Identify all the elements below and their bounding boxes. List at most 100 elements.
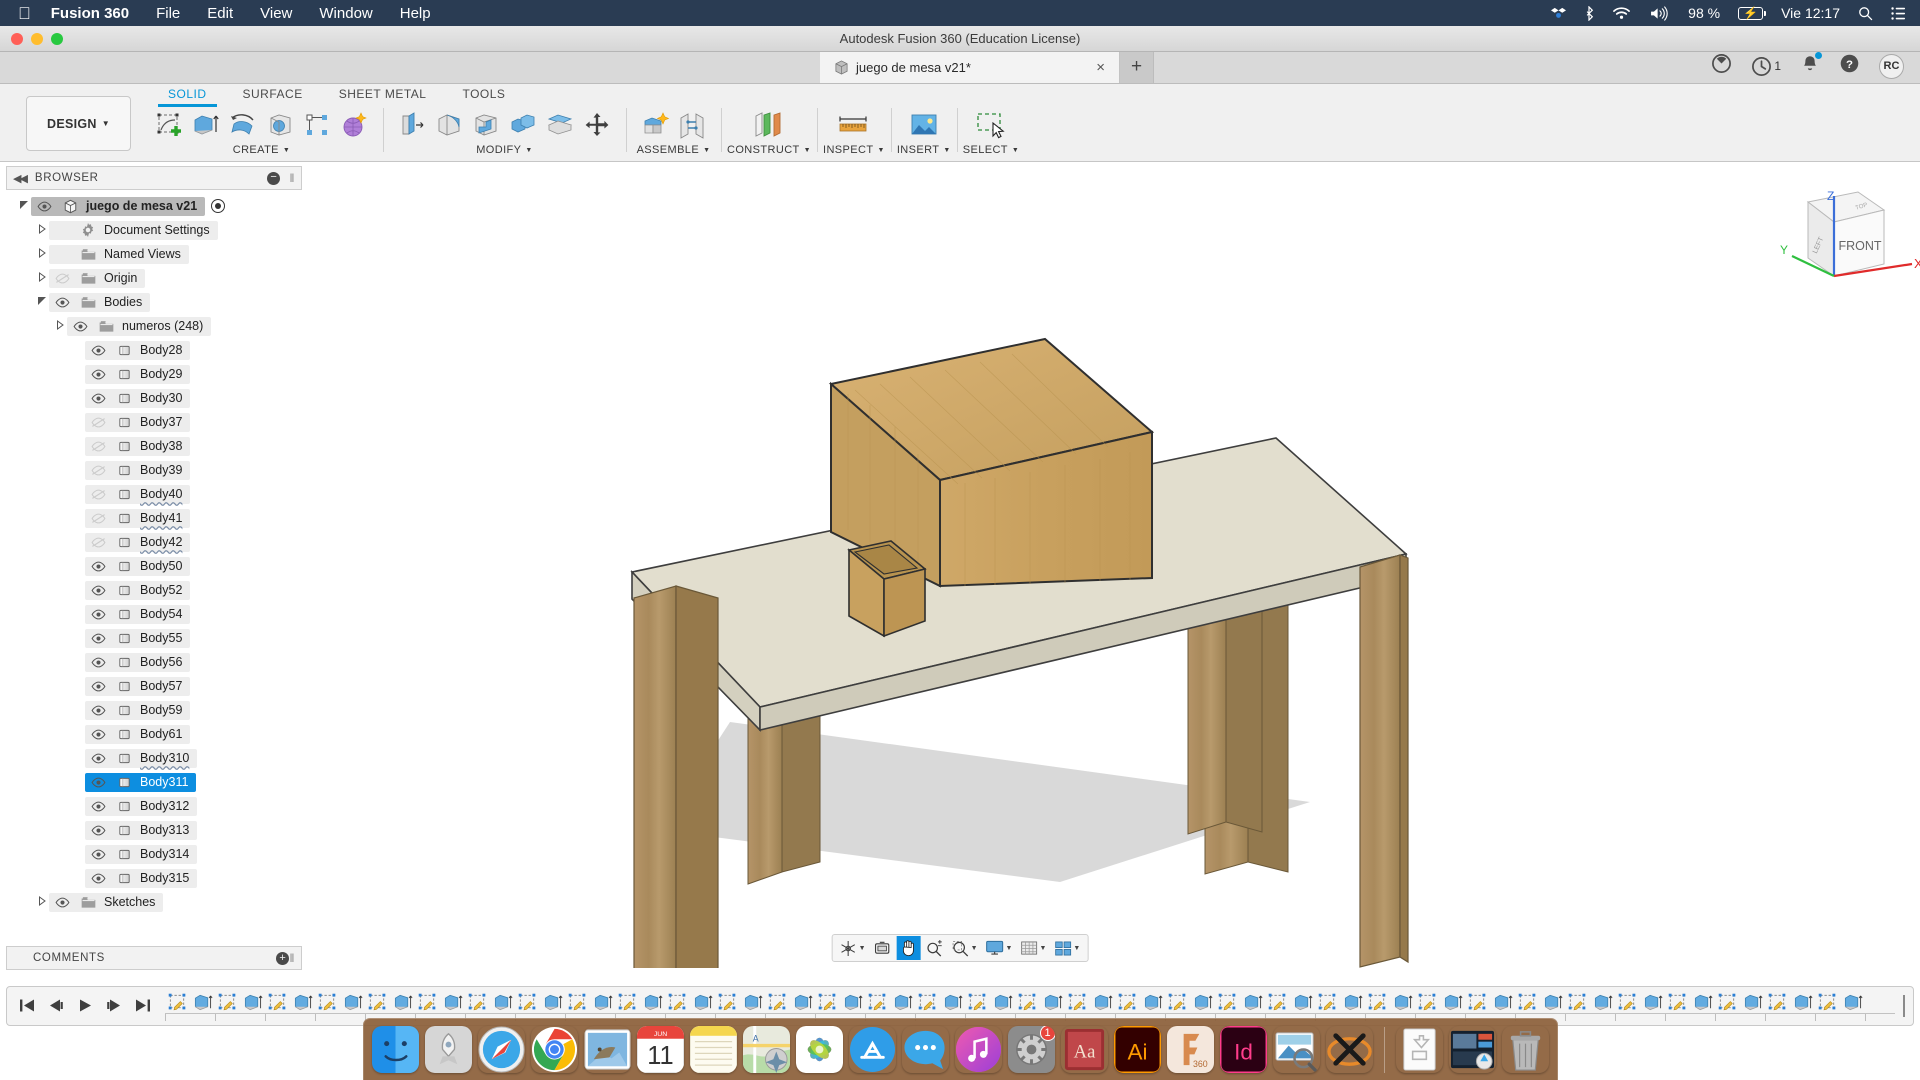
timeline-feature-extrude[interactable] xyxy=(1240,989,1265,1015)
timeline-feature-sketch[interactable] xyxy=(1415,989,1440,1015)
tree-item-document-settings[interactable]: Document Settings xyxy=(6,218,302,242)
tree-item-content[interactable]: Body54 xyxy=(85,604,191,624)
tree-item-content[interactable]: Document Settings xyxy=(49,220,218,240)
timeline-feature-extrude[interactable] xyxy=(1140,989,1165,1015)
timeline-feature-extrude[interactable] xyxy=(590,989,615,1015)
timeline-feature-sketch[interactable] xyxy=(1265,989,1290,1015)
timeline-feature-extrude[interactable] xyxy=(1540,989,1565,1015)
expand-triangle-closed-icon[interactable] xyxy=(34,224,49,236)
eye-visible-icon[interactable] xyxy=(89,345,108,356)
dock-item-adobe-illustrator[interactable]: Ai xyxy=(1113,1026,1161,1073)
dock-item-app-store[interactable] xyxy=(849,1026,896,1073)
eye-visible-icon[interactable] xyxy=(71,321,90,332)
tree-item-body315[interactable]: Body315 xyxy=(6,866,302,890)
tree-item-body312[interactable]: Body312 xyxy=(6,794,302,818)
display-settings-icon[interactable]: ▼ xyxy=(983,936,1016,960)
apple-logo-icon[interactable]:  xyxy=(18,5,31,22)
look-at-icon[interactable] xyxy=(871,936,895,960)
insert-image-icon[interactable] xyxy=(904,108,944,142)
timeline-feature-extrude[interactable] xyxy=(990,989,1015,1015)
dock-item-screenshots-folder[interactable] xyxy=(1449,1026,1496,1073)
battery-icon[interactable]: ⚡ xyxy=(1738,6,1767,20)
tree-item-content[interactable]: juego de mesa v21 xyxy=(31,196,206,216)
menu-help[interactable]: Help xyxy=(400,5,431,22)
timeline-feature-extrude[interactable] xyxy=(790,989,815,1015)
expand-triangle-closed-icon[interactable] xyxy=(34,248,49,260)
close-icon[interactable]: × xyxy=(1094,60,1107,75)
pattern-icon[interactable] xyxy=(300,108,334,142)
tree-item-body314[interactable]: Body314 xyxy=(6,842,302,866)
combine-icon[interactable] xyxy=(506,108,540,142)
collapse-left-icon[interactable]: ◀◀ xyxy=(13,172,28,185)
measure-icon[interactable] xyxy=(834,108,874,142)
timeline-feature-extrude[interactable] xyxy=(340,989,365,1015)
timeline-feature-sketch[interactable] xyxy=(565,989,590,1015)
dock-item-safari[interactable] xyxy=(477,1026,525,1073)
dropbox-icon[interactable] xyxy=(1551,6,1567,21)
timeline-feature-sketch[interactable] xyxy=(915,989,940,1015)
timeline-feature-extrude[interactable] xyxy=(940,989,965,1015)
timeline-feature-extrude[interactable] xyxy=(1340,989,1365,1015)
tree-item-content[interactable]: Body39 xyxy=(85,460,191,480)
expand-triangle-open-icon[interactable] xyxy=(34,296,49,308)
new-tab-button[interactable]: + xyxy=(1120,51,1154,83)
view-cube[interactable]: FRONT LEFT TOP Z X Y xyxy=(1780,189,1920,278)
tree-item-content[interactable]: Body38 xyxy=(85,436,191,456)
help-icon[interactable]: ? xyxy=(1839,53,1860,79)
dock-item-preview[interactable] xyxy=(1273,1026,1320,1073)
tree-item-content[interactable]: Body315 xyxy=(85,868,198,888)
timeline-feature-extrude[interactable] xyxy=(1640,989,1665,1015)
dock-item-finder[interactable] xyxy=(371,1026,419,1073)
dock-item-itunes[interactable] xyxy=(955,1026,1002,1073)
tree-item-content[interactable]: Body57 xyxy=(85,676,191,696)
timeline-feature-sketch[interactable] xyxy=(1615,989,1640,1015)
play-icon[interactable] xyxy=(77,998,93,1015)
eye-visible-icon[interactable] xyxy=(35,201,54,212)
menu-file[interactable]: File xyxy=(156,5,180,22)
create-sketch-icon[interactable] xyxy=(152,108,186,142)
timeline-feature-extrude[interactable] xyxy=(890,989,915,1015)
timeline-feature-sketch[interactable] xyxy=(665,989,690,1015)
notifications-icon[interactable] xyxy=(1800,51,1822,79)
step-forward-icon[interactable] xyxy=(106,998,122,1015)
dock-item-launchpad[interactable] xyxy=(424,1026,472,1073)
timeline-feature-sketch[interactable] xyxy=(1465,989,1490,1015)
panel-insert-label[interactable]: INSERT ▼ xyxy=(897,144,951,156)
viewports-icon[interactable]: ▼ xyxy=(1051,936,1083,960)
timeline-feature-extrude[interactable] xyxy=(1840,989,1865,1015)
tree-item-body29[interactable]: Body29 xyxy=(6,362,302,386)
menu-clock[interactable]: Vie 12:17 xyxy=(1781,5,1840,21)
timeline-feature-sketch[interactable] xyxy=(1165,989,1190,1015)
tab-tools[interactable]: TOOLS xyxy=(444,83,523,105)
dock-item-downloads-stack[interactable] xyxy=(1396,1026,1443,1073)
tree-item-content[interactable]: Body314 xyxy=(85,844,198,864)
joint-icon[interactable] xyxy=(675,108,709,142)
timeline-feature-extrude[interactable] xyxy=(1740,989,1765,1015)
eye-visible-icon[interactable] xyxy=(89,657,108,668)
revolve-icon[interactable] xyxy=(226,108,260,142)
volume-icon[interactable] xyxy=(1649,5,1670,21)
timeline-feature-sketch[interactable] xyxy=(415,989,440,1015)
tree-item-content[interactable]: Body56 xyxy=(85,652,191,672)
timeline-feature-sketch[interactable] xyxy=(1715,989,1740,1015)
tree-item-content[interactable]: Body312 xyxy=(85,796,198,816)
tree-item-origin[interactable]: Origin xyxy=(6,266,302,290)
dock-item-maps[interactable]: A xyxy=(742,1026,790,1073)
tree-item-body57[interactable]: Body57 xyxy=(6,674,302,698)
eye-visible-icon[interactable] xyxy=(89,729,108,740)
dock-item-adobe-indesign[interactable]: Id xyxy=(1219,1026,1267,1073)
panel-resize-grip[interactable]: ‖ xyxy=(289,951,295,965)
timeline-end-marker[interactable] xyxy=(1895,995,1913,1017)
tree-item-body54[interactable]: Body54 xyxy=(6,602,302,626)
timeline-feature-sketch[interactable] xyxy=(1015,989,1040,1015)
zoom-window-icon[interactable]: ▼ xyxy=(949,936,981,960)
eye-visible-icon[interactable] xyxy=(89,801,108,812)
expand-triangle-open-icon[interactable] xyxy=(16,200,31,212)
tree-item-content[interactable]: Body52 xyxy=(85,580,191,600)
control-center-icon[interactable] xyxy=(1891,6,1906,20)
dock-item-photos[interactable] xyxy=(795,1026,843,1073)
tree-item-bodies[interactable]: Bodies xyxy=(6,290,302,314)
create-form-icon[interactable] xyxy=(337,108,371,142)
timeline-feature-extrude[interactable] xyxy=(640,989,665,1015)
tree-item-body310[interactable]: Body310 xyxy=(6,746,302,770)
